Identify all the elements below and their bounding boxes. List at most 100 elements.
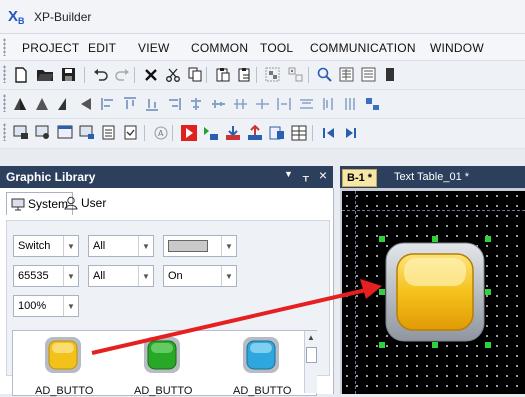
thumbnail-label: AD_BUTTO	[35, 385, 94, 397]
align-top-icon[interactable]	[100, 95, 117, 112]
yellow-button-graphic	[385, 242, 485, 342]
toolbar-grip[interactable]	[3, 123, 6, 141]
redo-icon[interactable]	[114, 66, 131, 83]
menu-tool[interactable]: TOOL	[260, 41, 293, 55]
screen-list-icon[interactable]	[34, 124, 51, 141]
thumbnail-button-green[interactable]: AD_BUTTO	[134, 335, 192, 397]
ungroup-icon[interactable]	[287, 66, 304, 83]
align-bottom-icon[interactable]	[144, 95, 161, 112]
menu-edit[interactable]: EDIT	[88, 41, 116, 55]
type-select[interactable]: Switch ▼	[13, 235, 79, 257]
menu-grip[interactable]	[3, 38, 6, 56]
same-height-icon[interactable]	[320, 95, 337, 112]
space-h-icon[interactable]	[210, 95, 227, 112]
color-select[interactable]: ▼	[163, 235, 237, 257]
tab-user[interactable]: User	[60, 192, 110, 214]
state-select[interactable]: On ▼	[163, 265, 237, 287]
state-select-value: On	[168, 270, 183, 282]
tab-b1[interactable]: B-1 *	[342, 169, 378, 187]
menu-window[interactable]: WINDOW	[430, 41, 484, 55]
center-v-icon[interactable]	[276, 95, 293, 112]
extra-icon[interactable]	[382, 66, 399, 83]
new-file-icon[interactable]	[12, 66, 29, 83]
run-icon[interactable]	[180, 124, 197, 141]
build-icon[interactable]	[202, 124, 219, 141]
align-left-icon[interactable]	[12, 95, 29, 112]
copy-icon[interactable]	[186, 66, 203, 83]
delete-icon[interactable]	[142, 66, 159, 83]
send-left-icon[interactable]	[78, 95, 95, 112]
download-icon[interactable]	[224, 124, 241, 141]
resize-handle[interactable]	[432, 236, 438, 242]
font-icon[interactable]: A	[152, 124, 169, 141]
grid-icon[interactable]	[364, 95, 381, 112]
cut-icon[interactable]	[164, 66, 181, 83]
zoom-select[interactable]: 100% ▼	[13, 295, 79, 317]
paste-special-icon[interactable]	[236, 66, 253, 83]
scroll-up-icon[interactable]: ▲	[307, 333, 315, 342]
resize-handle[interactable]	[485, 342, 491, 348]
upload-icon[interactable]	[246, 124, 263, 141]
resize-handle[interactable]	[485, 289, 491, 295]
screen-icon[interactable]	[12, 124, 29, 141]
play-icon[interactable]	[342, 124, 359, 141]
menu-communication[interactable]: COMMUNICATION	[310, 41, 416, 55]
save-icon[interactable]	[60, 66, 77, 83]
toolbar-separator	[312, 125, 313, 141]
window-icon[interactable]	[56, 124, 73, 141]
same-size-icon[interactable]	[342, 95, 359, 112]
first-icon[interactable]	[320, 124, 337, 141]
open-folder-icon[interactable]	[36, 66, 53, 83]
toolbar-grip[interactable]	[3, 94, 6, 112]
canvas-guide-line	[342, 210, 525, 211]
align-center-icon[interactable]	[34, 95, 51, 112]
toolbar-grip[interactable]	[3, 65, 6, 83]
library-alt-icon[interactable]	[360, 66, 377, 83]
chevron-down-icon: ▼	[63, 266, 78, 286]
thumbnail-scrollbar[interactable]: ▲	[304, 331, 317, 393]
undo-icon[interactable]	[92, 66, 109, 83]
pin-icon[interactable]: ᚁ	[303, 169, 309, 183]
selected-button-object[interactable]	[379, 236, 491, 348]
center-h-icon[interactable]	[254, 95, 271, 112]
scope-select-2[interactable]: All ▼	[88, 265, 154, 287]
library-icon[interactable]	[338, 66, 355, 83]
app-title: XP-Builder	[34, 10, 92, 24]
thumbnail-button-blue[interactable]: AD_BUTTO	[233, 335, 291, 397]
same-width-icon[interactable]	[298, 95, 315, 112]
flip-h-icon[interactable]	[166, 95, 183, 112]
resize-handle[interactable]	[379, 342, 385, 348]
thumbnail-label: AD_BUTTO	[233, 385, 292, 397]
scope-select[interactable]: All ▼	[88, 235, 154, 257]
tab-text-table[interactable]: Text Table_01 *	[390, 169, 473, 185]
scroll-thumb[interactable]	[306, 347, 317, 363]
paste-icon[interactable]	[214, 66, 231, 83]
check-icon[interactable]	[122, 124, 139, 141]
toolbar-separator	[144, 125, 145, 141]
design-canvas[interactable]	[342, 191, 525, 394]
group-icon[interactable]	[264, 66, 281, 83]
editor-tab-bar: B-1 * Text Table_01 *	[340, 166, 525, 188]
table-icon[interactable]	[290, 124, 307, 141]
resize-handle[interactable]	[379, 236, 385, 242]
resize-handle[interactable]	[379, 289, 385, 295]
menu-project[interactable]: PROJECT	[22, 41, 79, 55]
resize-handle[interactable]	[485, 236, 491, 242]
device-icon[interactable]	[268, 124, 285, 141]
close-icon[interactable]: ×	[319, 168, 327, 183]
graphic-library-header: Graphic Library ▼ ᚁ ×	[0, 166, 333, 188]
flip-v-icon[interactable]	[188, 95, 205, 112]
align-right-icon[interactable]	[56, 95, 73, 112]
menu-view[interactable]: VIEW	[138, 41, 169, 55]
color-code-select[interactable]: 65535 ▼	[13, 265, 79, 287]
list-icon[interactable]	[100, 124, 117, 141]
find-icon[interactable]	[316, 66, 333, 83]
menu-common[interactable]: COMMON	[191, 41, 248, 55]
title-bar: XB XP-Builder	[0, 0, 525, 34]
window-list-icon[interactable]	[78, 124, 95, 141]
thumbnail-button-yellow[interactable]: AD_BUTTO	[35, 335, 93, 397]
align-middle-icon[interactable]	[122, 95, 139, 112]
space-v-icon[interactable]	[232, 95, 249, 112]
panel-dropdown-icon[interactable]: ▼	[284, 169, 293, 183]
resize-handle[interactable]	[432, 342, 438, 348]
